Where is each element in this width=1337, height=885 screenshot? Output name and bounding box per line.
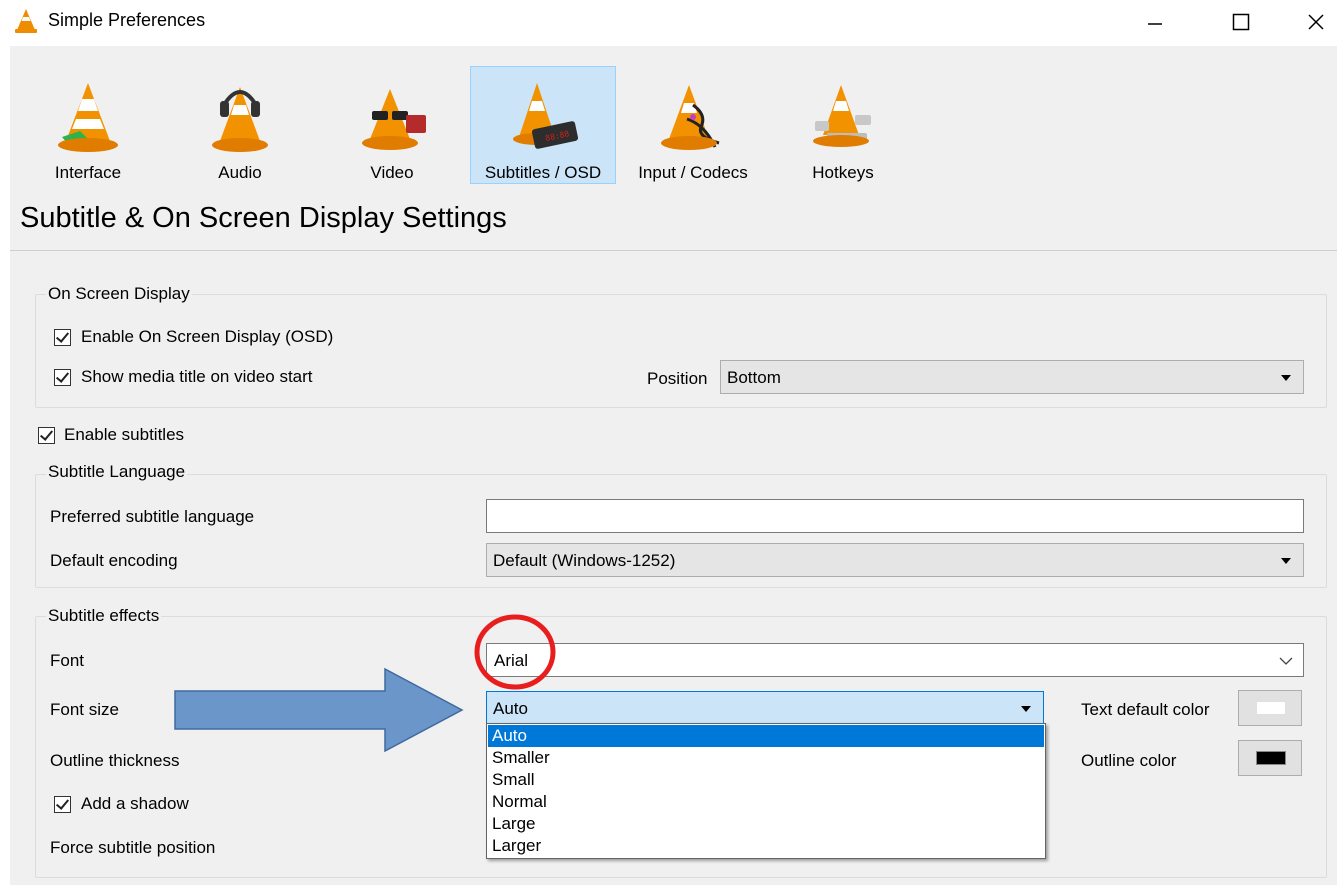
outline-color-swatch: [1256, 751, 1286, 765]
hotkeys-cone-keyboard-icon: [813, 85, 871, 147]
maximize-button[interactable]: [1218, 0, 1264, 44]
font-size-option-smaller[interactable]: Smaller: [488, 747, 1044, 769]
title-bar: Simple Preferences: [0, 0, 1337, 46]
tab-label: Audio: [218, 163, 262, 182]
position-label: Position: [647, 369, 708, 388]
minimize-button[interactable]: [1132, 0, 1178, 44]
outline-thickness-label: Outline thickness: [50, 751, 180, 770]
enable-osd-label: Enable On Screen Display (OSD): [81, 327, 334, 346]
chevron-down-icon: [1021, 706, 1031, 712]
tab-video[interactable]: Video: [319, 66, 465, 184]
outline-color-button[interactable]: [1238, 740, 1302, 776]
text-color-swatch: [1256, 701, 1286, 715]
outline-color-label: Outline color: [1081, 751, 1177, 770]
close-button[interactable]: [1293, 0, 1337, 44]
font-label: Font: [50, 651, 85, 670]
codecs-cone-cables-icon: [661, 85, 720, 150]
default-encoding-label: Default encoding: [50, 551, 178, 570]
window-title: Simple Preferences: [48, 10, 206, 30]
text-color-button[interactable]: [1238, 690, 1302, 726]
font-size-label: Font size: [50, 700, 119, 719]
font-select[interactable]: Arial: [486, 643, 1304, 677]
preferences-panel: Interface Audio Video 88:88 Subtitles / …: [10, 46, 1337, 885]
page-title: Subtitle & On Screen Display Settings: [20, 202, 507, 234]
chevron-down-icon: [1281, 375, 1291, 381]
close-icon: [1308, 14, 1324, 30]
subtitle-language-group-title: Subtitle Language: [46, 462, 188, 482]
minimize-icon: [1148, 23, 1162, 25]
default-encoding-select[interactable]: Default (Windows-1252): [486, 543, 1304, 577]
enable-subtitles-label: Enable subtitles: [64, 425, 185, 444]
font-size-option-large[interactable]: Large: [488, 813, 1044, 835]
tab-label: Video: [370, 163, 414, 182]
vlc-cone-icon: [14, 8, 38, 34]
font-size-value: Auto: [493, 699, 528, 718]
tab-label: Interface: [54, 163, 122, 182]
osd-group-title: On Screen Display: [46, 284, 192, 304]
interface-cone-icon: [58, 83, 118, 152]
text-color-label: Text default color: [1081, 700, 1210, 719]
arrow-annotation: [174, 667, 464, 753]
preferred-language-input[interactable]: [486, 499, 1304, 533]
video-cone-glasses-icon: [362, 89, 426, 150]
add-shadow-label: Add a shadow: [81, 794, 189, 813]
audio-cone-headphones-icon: [212, 87, 268, 152]
show-media-title-label: Show media title on video start: [81, 367, 313, 386]
font-size-option-small[interactable]: Small: [488, 769, 1044, 791]
encoding-value: Default (Windows-1252): [493, 551, 676, 570]
tab-interface[interactable]: Interface: [15, 66, 161, 184]
chevron-down-icon: [1279, 657, 1293, 665]
tab-label: Input / Codecs: [638, 163, 748, 182]
position-value: Bottom: [727, 368, 781, 387]
position-select[interactable]: Bottom: [720, 360, 1304, 394]
enable-osd-checkbox[interactable]: [54, 329, 71, 346]
maximize-icon: [1232, 13, 1250, 31]
tab-input-codecs[interactable]: Input / Codecs: [620, 66, 766, 184]
show-media-title-checkbox[interactable]: [54, 369, 71, 386]
enable-subtitles-checkbox[interactable]: [38, 427, 55, 444]
force-position-label: Force subtitle position: [50, 838, 216, 857]
tab-hotkeys[interactable]: Hotkeys: [770, 66, 916, 184]
tab-label: Hotkeys: [812, 163, 874, 182]
font-size-dropdown-list: Auto Smaller Small Normal Large Larger: [486, 723, 1046, 859]
font-size-option-larger[interactable]: Larger: [488, 835, 1044, 857]
chevron-down-icon: [1281, 558, 1291, 564]
tab-label: Subtitles / OSD: [484, 163, 602, 182]
add-shadow-checkbox[interactable]: [54, 796, 71, 813]
subtitles-cone-display-icon: 88:88: [513, 83, 579, 149]
heading-divider: [10, 250, 1337, 251]
tab-audio[interactable]: Audio: [167, 66, 313, 184]
font-size-select[interactable]: Auto: [486, 691, 1044, 725]
subtitle-effects-group-title: Subtitle effects: [46, 606, 162, 626]
font-size-option-auto[interactable]: Auto: [488, 725, 1044, 747]
preferred-language-label: Preferred subtitle language: [50, 507, 255, 526]
tab-subtitles-osd[interactable]: 88:88 Subtitles / OSD: [470, 66, 616, 184]
highlight-circle-annotation: [474, 614, 556, 690]
font-size-option-normal[interactable]: Normal: [488, 791, 1044, 813]
